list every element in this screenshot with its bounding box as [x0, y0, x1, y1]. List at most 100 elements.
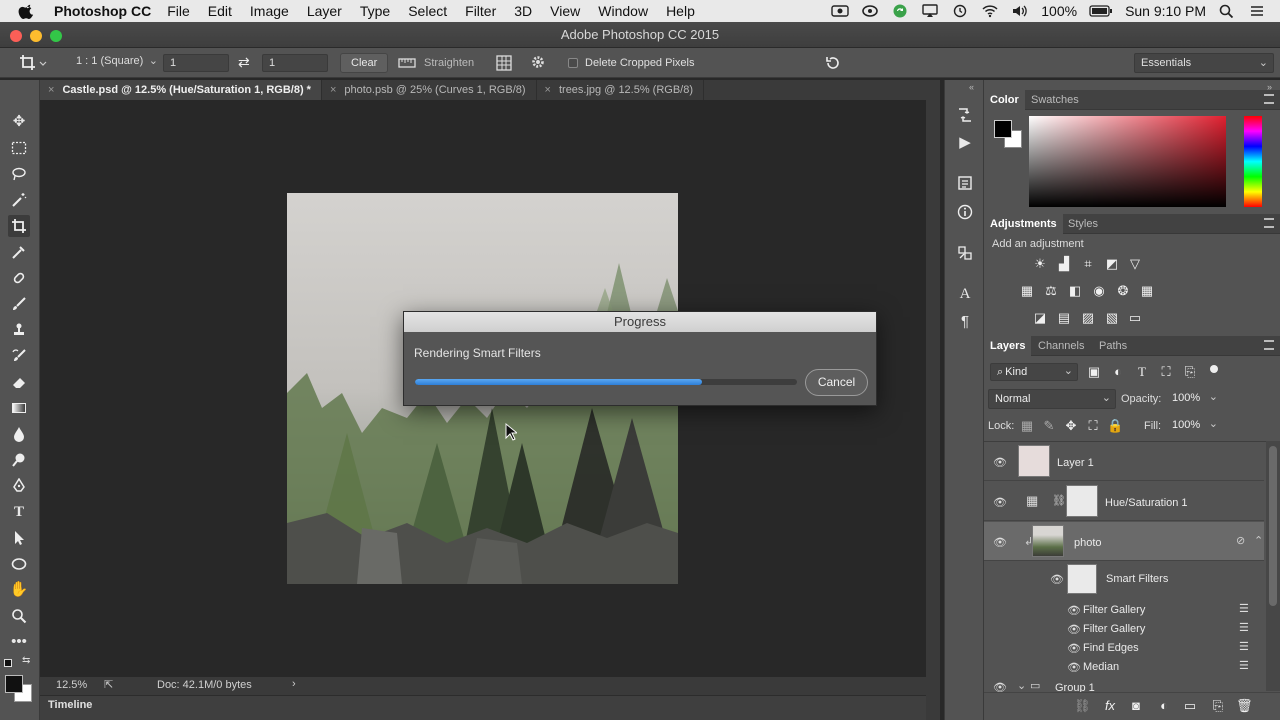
filter-pixel-icon[interactable]: ▣ — [1086, 364, 1102, 380]
layers-scrollbar[interactable] — [1266, 441, 1280, 691]
eyedropper-tool-icon[interactable] — [8, 241, 30, 263]
vertical-scrollbar[interactable] — [926, 80, 940, 720]
blur-tool-icon[interactable] — [8, 423, 30, 445]
lock-all-icon[interactable]: 🔒 — [1107, 418, 1123, 434]
clone-stamp-tool-icon[interactable] — [8, 319, 30, 341]
app-menu[interactable]: Photoshop CC — [54, 3, 151, 19]
delete-cropped-checkbox[interactable] — [568, 58, 578, 68]
hand-tool-icon[interactable]: ✋ — [8, 579, 30, 601]
menu-type[interactable]: Type — [360, 3, 390, 19]
new-group-icon[interactable]: ▭ — [1182, 698, 1198, 714]
crop-height-field[interactable]: 1 — [262, 54, 328, 72]
zoom-window-button[interactable] — [50, 30, 62, 42]
filter-shape-icon[interactable]: ⛶ — [1158, 364, 1174, 380]
gradient-tool-icon[interactable] — [8, 397, 30, 419]
timeline-panel-tab[interactable]: Timeline — [40, 695, 926, 720]
photo-filter-icon[interactable]: ◉ — [1091, 283, 1107, 299]
fx-icon[interactable]: fx — [1102, 698, 1118, 714]
tab-swatches[interactable]: Swatches — [1025, 90, 1085, 110]
crop-ratio-select[interactable]: 1 : 1 (Square) ⌄ — [70, 53, 160, 71]
posterize-icon[interactable]: ▤ — [1056, 310, 1072, 326]
menu-file[interactable]: File — [167, 3, 190, 19]
color-fg-swatch[interactable] — [994, 120, 1012, 138]
filter-row[interactable]: 👁 Find Edges ☰ — [984, 639, 1264, 658]
trash-icon[interactable]: 🗑 — [1236, 698, 1253, 714]
menu-3d[interactable]: 3D — [514, 3, 532, 19]
panel-menu-icon[interactable] — [1264, 340, 1274, 350]
lock-position-icon[interactable]: ✥ — [1063, 418, 1079, 434]
magic-wand-tool-icon[interactable] — [8, 189, 30, 211]
filter-name[interactable]: Filter Gallery — [1083, 604, 1145, 616]
lock-image-icon[interactable]: ✎ — [1041, 418, 1057, 434]
filter-toggle-icon[interactable] — [1210, 365, 1218, 373]
tab-styles[interactable]: Styles — [1062, 214, 1104, 234]
creative-cloud-icon[interactable] — [861, 4, 879, 18]
visibility-eye-icon[interactable]: 👁 — [993, 536, 1007, 549]
character-panel-icon[interactable]: A — [954, 283, 976, 305]
swap-dimensions-icon[interactable]: ⇄ — [238, 54, 250, 71]
more-tools-icon[interactable]: ••• — [8, 631, 30, 653]
vibrance-icon[interactable]: ▽ — [1127, 256, 1143, 272]
clock[interactable]: Sun 9:10 PM — [1125, 3, 1206, 19]
layer-name[interactable]: Layer 1 — [1057, 457, 1094, 469]
opacity-field[interactable]: 100% ⌄ — [1168, 389, 1220, 409]
tab-paths[interactable]: Paths — [1093, 336, 1133, 356]
libraries-panel-icon[interactable] — [954, 242, 976, 264]
visibility-eye-icon[interactable]: 👁 — [1067, 623, 1081, 636]
filter-name[interactable]: Median — [1083, 661, 1119, 673]
tab-layers[interactable]: Layers — [984, 336, 1032, 356]
cancel-button[interactable]: Cancel — [805, 369, 868, 396]
menu-layer[interactable]: Layer — [307, 3, 342, 19]
fill-field[interactable]: 100% ⌄ — [1168, 416, 1220, 436]
lock-artboard-icon[interactable]: ⛶ — [1085, 418, 1101, 434]
panel-menu-icon[interactable] — [1264, 94, 1274, 104]
selective-color-icon[interactable]: ▧ — [1104, 310, 1120, 326]
color-picker-field[interactable] — [1029, 116, 1226, 207]
minimize-window-button[interactable] — [30, 30, 42, 42]
brightness-contrast-icon[interactable]: ☀ — [1032, 256, 1048, 272]
spotlight-icon[interactable] — [1218, 4, 1236, 18]
menu-window[interactable]: Window — [598, 3, 648, 19]
smart-filter-badge-icon[interactable]: ⊘ — [1236, 534, 1245, 547]
tab-channels[interactable]: Channels — [1032, 336, 1090, 356]
visibility-eye-icon[interactable]: 👁 — [1067, 642, 1081, 655]
close-window-button[interactable] — [10, 30, 22, 42]
menu-image[interactable]: Image — [250, 3, 289, 19]
straighten-label[interactable]: Straighten — [424, 57, 474, 69]
ellipse-tool-icon[interactable] — [8, 553, 30, 575]
exposure-icon[interactable]: ◩ — [1104, 256, 1120, 272]
levels-icon[interactable]: ▟ — [1056, 256, 1072, 272]
sync-icon[interactable] — [891, 4, 909, 18]
chevron-right-icon[interactable]: › — [292, 678, 296, 690]
filter-name[interactable]: Filter Gallery — [1083, 623, 1145, 635]
volume-icon[interactable] — [1011, 4, 1029, 18]
wifi-icon[interactable] — [981, 4, 999, 18]
pen-tool-icon[interactable] — [8, 475, 30, 497]
visibility-eye-icon[interactable]: 👁 — [1067, 661, 1081, 674]
properties-panel-icon[interactable] — [954, 172, 976, 194]
notification-center-icon[interactable] — [1248, 4, 1266, 18]
menu-edit[interactable]: Edit — [208, 3, 232, 19]
zoom-tool-icon[interactable] — [8, 605, 30, 627]
history-panel-icon[interactable] — [954, 104, 976, 126]
expand-arrow-icon[interactable]: ⌄ — [1017, 679, 1026, 692]
hue-slider[interactable] — [1244, 116, 1262, 207]
tab-trees[interactable]: × trees.jpg @ 12.5% (RGB/8) — [537, 80, 705, 100]
type-tool-icon[interactable]: T — [8, 501, 30, 523]
filter-options-icon[interactable]: ☰ — [1239, 659, 1249, 672]
threshold-icon[interactable]: ▨ — [1080, 310, 1096, 326]
gradient-map-icon[interactable]: ▭ — [1127, 310, 1143, 326]
smart-filters-row[interactable]: 👁 Smart Filters — [984, 562, 1264, 597]
filter-row[interactable]: 👁 Median ☰ — [984, 658, 1264, 677]
battery-icon[interactable] — [1089, 4, 1113, 18]
marquee-tool-icon[interactable] — [8, 137, 30, 159]
visibility-eye-icon[interactable]: 👁 — [1050, 573, 1064, 586]
filter-options-icon[interactable]: ☰ — [1239, 602, 1249, 615]
layer-row-selected[interactable]: 👁 ↲ photo ⊘ ⌃ — [984, 522, 1264, 561]
menu-filter[interactable]: Filter — [465, 3, 496, 19]
new-adjustment-icon[interactable]: ◐ — [1156, 698, 1172, 714]
crop-tool-preset-icon[interactable] — [18, 53, 48, 73]
visibility-eye-icon[interactable]: 👁 — [993, 496, 1007, 509]
info-icon[interactable] — [954, 201, 976, 223]
apple-icon[interactable] — [18, 2, 36, 20]
